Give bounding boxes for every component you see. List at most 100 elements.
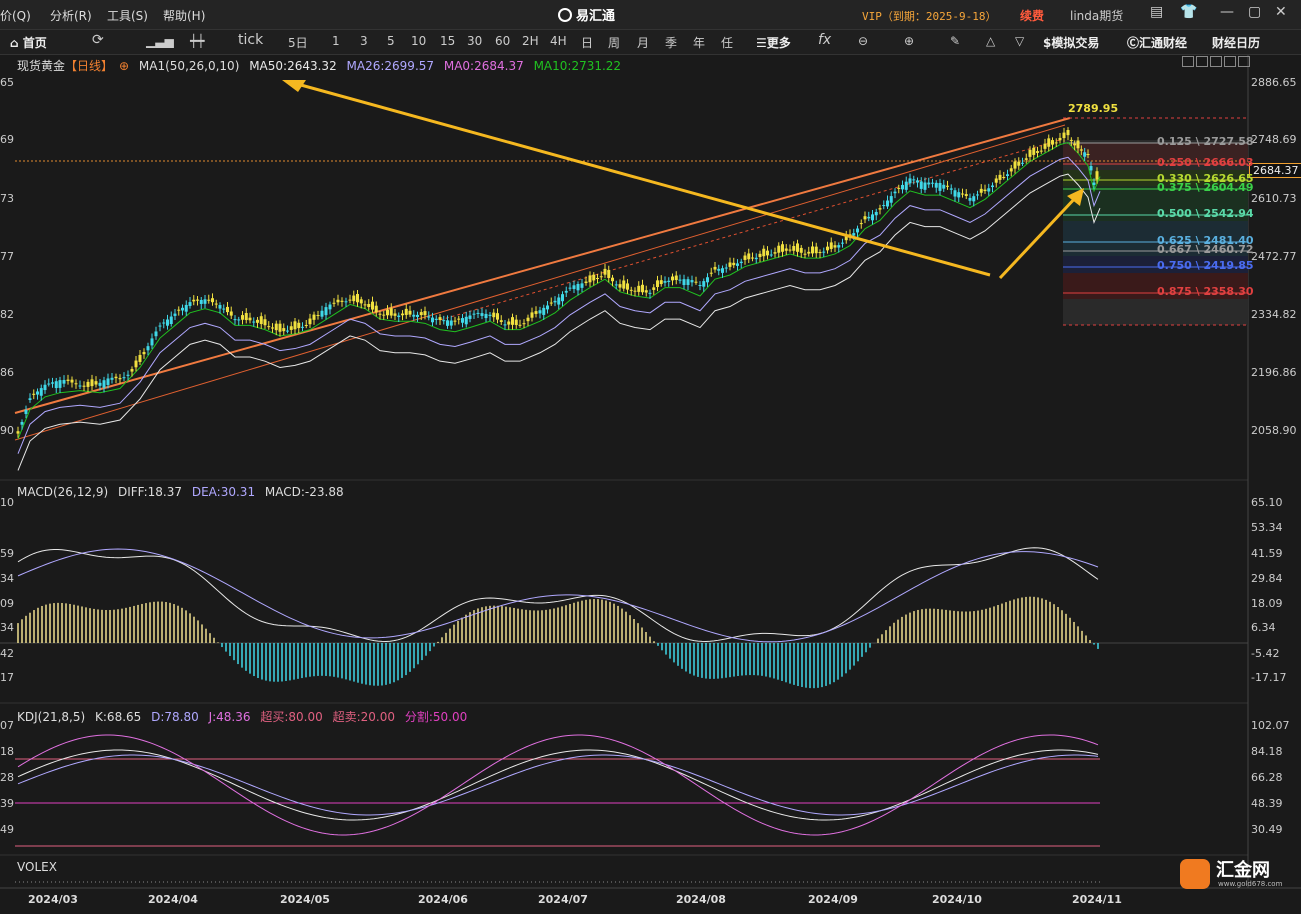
candle-body: [340, 300, 344, 302]
candle-body: [130, 369, 134, 372]
candle-body: [507, 321, 511, 325]
candle-body: [51, 382, 54, 384]
candle-body: [248, 317, 252, 321]
candle-body: [461, 318, 464, 323]
candle-body: [584, 281, 588, 284]
price-axis-label: 2472.77: [1251, 250, 1297, 263]
candle-body: [181, 307, 184, 311]
candle-body: [1062, 132, 1066, 139]
candle-body: [678, 279, 682, 281]
candle-body: [829, 242, 833, 249]
kdj-axis-label: 84.18: [1251, 745, 1283, 758]
candle-body: [1086, 154, 1090, 156]
candle-body: [423, 311, 427, 316]
candle-body: [256, 319, 259, 323]
candle-body: [282, 328, 286, 332]
candle-body: [912, 179, 916, 181]
price-axis-label-left: 69: [0, 133, 14, 146]
price-axis-label: 2886.65: [1251, 76, 1297, 89]
candle-body: [203, 299, 207, 304]
candle-body: [36, 391, 39, 395]
candle-body: [229, 311, 233, 316]
ma10-value: MA10:2731.22: [533, 59, 622, 73]
candle-body: [32, 393, 36, 395]
candle-body: [169, 316, 173, 325]
candle-body: [472, 313, 476, 315]
price-chart[interactable]: [0, 0, 1301, 914]
price-axis-label: 2610.73: [1251, 192, 1297, 205]
kdj-axis-label: 48.39: [1251, 797, 1283, 810]
candle-body: [304, 325, 308, 327]
candle-body: [408, 310, 412, 315]
candle-body: [308, 318, 312, 325]
fib-level-label: 0.250 \ 2666.03: [1157, 156, 1254, 169]
candle-body: [833, 245, 837, 248]
candle-body: [1092, 182, 1096, 185]
candle-body: [863, 216, 867, 220]
candle-body: [199, 299, 203, 304]
kdj-axis-label-left: 18: [0, 745, 14, 758]
candle-body: [397, 315, 401, 318]
candle-body: [1006, 174, 1009, 177]
candle-body: [1076, 140, 1080, 149]
candle-body: [667, 280, 671, 282]
candle-body: [412, 314, 416, 317]
candle-body: [233, 319, 237, 321]
panel-icon: [1210, 56, 1222, 67]
candle-body: [1058, 137, 1062, 141]
candle-body: [66, 379, 70, 381]
candle-body: [468, 315, 472, 319]
candle-body: [427, 316, 431, 318]
date-label: 2024/07: [538, 893, 588, 906]
candle-body: [637, 285, 641, 292]
candle-body: [74, 383, 78, 385]
candle-body: [994, 178, 998, 183]
candle-body: [320, 310, 324, 317]
high-label: 2789.95: [1068, 102, 1119, 115]
candle-body: [784, 248, 788, 251]
candle-body: [464, 316, 468, 325]
candle-body: [312, 314, 316, 320]
candle-body: [754, 257, 758, 260]
candle-body: [618, 284, 622, 288]
candle-body: [218, 305, 222, 309]
candle-body: [957, 192, 961, 198]
kdj-axis-label-left: 49: [0, 823, 14, 836]
price-axis-label: 2334.82: [1251, 308, 1297, 321]
price-axis-label: 2196.86: [1251, 366, 1297, 379]
candle-body: [286, 330, 289, 332]
candle-body: [78, 385, 82, 387]
candle-body: [499, 320, 503, 323]
candle-body: [822, 251, 826, 253]
candle-body: [348, 299, 352, 301]
candle-body: [438, 317, 442, 320]
candle-body: [374, 305, 378, 313]
panel-icon: [1224, 56, 1236, 67]
candle-body: [949, 188, 953, 190]
candle-body: [961, 193, 964, 195]
candle-body: [641, 284, 644, 293]
candle-body: [207, 299, 211, 301]
candle-body: [629, 289, 633, 291]
candle-body: [271, 327, 274, 329]
candle-body: [694, 281, 698, 283]
candle-body: [916, 180, 919, 183]
brand-icon: [1180, 859, 1210, 889]
candle-body: [16, 431, 20, 434]
candle-body: [983, 189, 987, 192]
fib-level-label: 0.750 \ 2419.85: [1157, 259, 1254, 272]
panel-icon: [1182, 56, 1194, 67]
candle-body: [889, 196, 893, 203]
candle-body: [878, 208, 882, 210]
candle-body: [371, 301, 374, 310]
candle-body: [867, 216, 871, 219]
candle-body: [923, 182, 927, 190]
candle-body: [457, 318, 461, 320]
ma50-line: [17, 173, 1101, 471]
candle-body: [214, 303, 218, 305]
panel-controls[interactable]: [1182, 56, 1252, 70]
candle-body: [1066, 130, 1070, 136]
candle-body: [1036, 151, 1039, 153]
candle-body: [818, 252, 822, 254]
candle-body: [1079, 149, 1083, 151]
